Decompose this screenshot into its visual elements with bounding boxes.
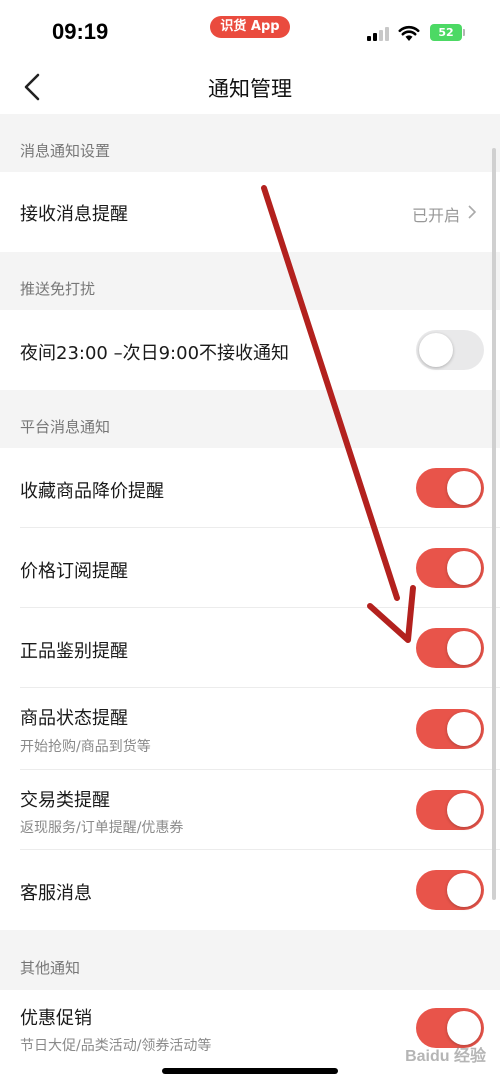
section-header-other: 其他通知 — [20, 959, 81, 977]
row-title: 收藏商品降价提醒 — [20, 481, 164, 502]
product-status-toggle[interactable] — [416, 709, 484, 749]
row-title: 正品鉴别提醒 — [20, 641, 128, 662]
wifi-icon — [398, 25, 420, 41]
row-subtitle: 开始抢购/商品到货等 — [20, 739, 151, 755]
home-indicator[interactable] — [162, 1068, 338, 1074]
row-price-subscription: 价格订阅提醒 — [0, 528, 500, 608]
row-title: 优惠促销 — [20, 1008, 92, 1029]
row-product-status: 商品状态提醒 开始抢购/商品到货等 — [0, 688, 500, 770]
night-dnd-toggle[interactable] — [416, 330, 484, 370]
row-customer-service: 客服消息 — [0, 850, 500, 930]
status-time: 09:19 — [52, 19, 109, 44]
status-text: 已开启 — [411, 206, 460, 225]
row-receive-reminder[interactable]: 接收消息提醒 已开启 — [0, 172, 500, 252]
baidu-watermark: Baidu 经验 — [405, 1048, 486, 1065]
row-title: 客服消息 — [20, 883, 92, 904]
price-subscription-toggle[interactable] — [416, 548, 484, 588]
toggle-knob — [447, 873, 481, 907]
cellular-signal-icon — [367, 27, 391, 41]
row-title: 接收消息提醒 — [20, 204, 128, 225]
chevron-right-icon — [468, 205, 477, 219]
app-return-pill[interactable]: 识货 App — [210, 16, 290, 38]
toggle-knob — [447, 712, 481, 746]
section-header-dnd: 推送免打扰 — [20, 280, 96, 298]
toggle-knob — [447, 551, 481, 585]
row-authenticity: 正品鉴别提醒 — [0, 608, 500, 688]
row-title: 价格订阅提醒 — [20, 561, 128, 582]
row-transactions: 交易类提醒 返现服务/订单提醒/优惠券 — [0, 770, 500, 850]
toggle-knob — [447, 471, 481, 505]
scrollbar[interactable] — [492, 148, 496, 900]
authenticity-toggle[interactable] — [416, 628, 484, 668]
toggle-knob — [447, 793, 481, 827]
page-title: 通知管理 — [208, 77, 292, 101]
toggle-knob — [447, 1011, 481, 1045]
toggle-knob — [419, 333, 453, 367]
customer-service-toggle[interactable] — [416, 870, 484, 910]
row-subtitle: 返现服务/订单提醒/优惠券 — [20, 820, 184, 836]
row-title: 商品状态提醒 — [20, 708, 128, 729]
battery-icon: 52 — [430, 24, 465, 41]
row-title: 夜间23:00 –次日9:00不接收通知 — [20, 343, 290, 364]
row-night-dnd: 夜间23:00 –次日9:00不接收通知 — [0, 310, 500, 390]
row-title: 交易类提醒 — [20, 790, 110, 811]
section-header-platform: 平台消息通知 — [20, 418, 111, 436]
status-bar: 09:19 识货 App 52 — [0, 0, 500, 62]
row-subtitle: 节日大促/品类活动/领券活动等 — [20, 1038, 212, 1054]
row-favorites-price-drop: 收藏商品降价提醒 — [0, 448, 500, 528]
favorites-price-drop-toggle[interactable] — [416, 468, 484, 508]
toggle-knob — [447, 631, 481, 665]
section-header-message-settings: 消息通知设置 — [20, 142, 111, 160]
nav-bar: 通知管理 — [0, 62, 500, 114]
transactions-toggle[interactable] — [416, 790, 484, 830]
